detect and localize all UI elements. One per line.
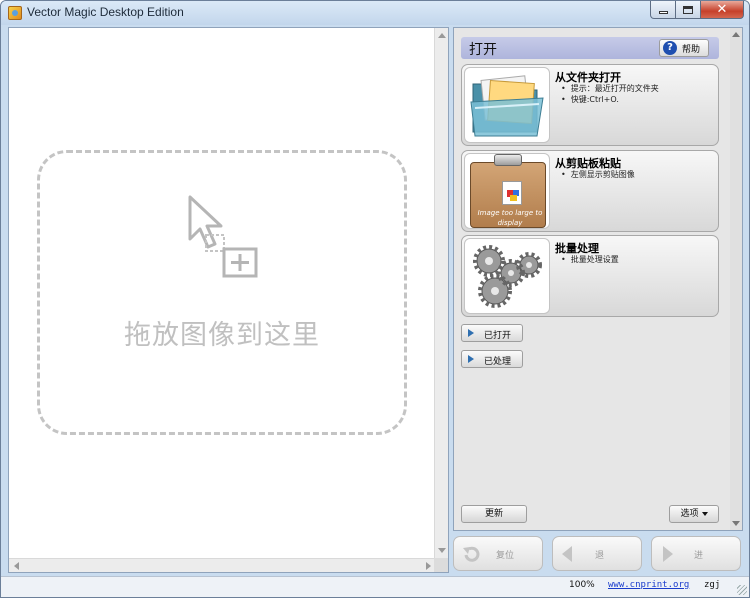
scroll-up-icon[interactable] xyxy=(732,32,740,37)
drop-cursor-icon xyxy=(188,195,258,278)
dropdown-arrow-icon xyxy=(701,511,708,516)
maximize-button[interactable] xyxy=(676,1,701,19)
card-bullets: 提示：最近打开的文件夹 快键:Ctrl+O. xyxy=(561,83,659,105)
maximize-icon xyxy=(683,5,693,14)
window-controls: ✕ xyxy=(650,1,744,19)
minimize-icon xyxy=(658,11,668,14)
panel-title: 打开 xyxy=(469,42,497,58)
user-label: zgj xyxy=(704,580,721,590)
gears-icon xyxy=(473,245,542,308)
batch-processing-card[interactable]: 批量处理 批量处理设置 xyxy=(461,235,719,317)
card-bullets: 批量处理设置 xyxy=(561,254,619,265)
drop-zone[interactable]: 拖放图像到这里 xyxy=(37,150,407,435)
resize-grip[interactable] xyxy=(737,585,747,595)
help-button[interactable]: ? 帮助 xyxy=(659,39,709,57)
scroll-right-icon[interactable] xyxy=(426,562,431,570)
scroll-down-icon[interactable] xyxy=(438,548,446,553)
card-thumbnail xyxy=(464,238,550,314)
scroll-corner xyxy=(434,558,448,572)
open-from-folder-card[interactable]: 从文件夹打开 提示：最近打开的文件夹 快键:Ctrl+O. xyxy=(461,64,719,146)
help-icon: ? xyxy=(663,41,677,55)
canvas-horizontal-scrollbar[interactable] xyxy=(9,558,436,572)
minimize-button[interactable] xyxy=(650,1,676,19)
card-bullets: 左侧显示剪贴图像 xyxy=(561,169,635,180)
canvas-vertical-scrollbar[interactable] xyxy=(434,28,448,558)
card-bullet: 批量处理设置 xyxy=(561,254,619,265)
card-bullet: 提示：最近打开的文件夹 xyxy=(561,83,659,94)
card-bullet: 左侧显示剪贴图像 xyxy=(561,169,635,180)
help-label: 帮助 xyxy=(682,44,701,55)
processed-expander[interactable]: 已处理 xyxy=(461,350,523,368)
image-canvas[interactable]: 拖放图像到这里 xyxy=(8,27,449,573)
status-bar: 100% www.cnprint.org zgj xyxy=(1,576,749,597)
scroll-down-icon[interactable] xyxy=(732,521,740,526)
website-link[interactable]: www.cnprint.org xyxy=(608,580,689,590)
expand-arrow-icon xyxy=(468,329,474,337)
reset-icon xyxy=(463,546,480,562)
forward-button[interactable]: 进 xyxy=(651,536,741,571)
forward-label: 进 xyxy=(694,551,704,561)
options-label: 选项 xyxy=(680,509,699,519)
scroll-left-icon[interactable] xyxy=(14,562,19,570)
panel-header: 打开 ? 帮助 xyxy=(461,37,719,59)
card-thumbnail: Image too large to display xyxy=(464,153,550,229)
clip-icon xyxy=(494,154,522,166)
drop-hint-text: 拖放图像到这里 xyxy=(124,320,320,351)
expander-label: 已处理 xyxy=(484,357,512,367)
scroll-up-icon[interactable] xyxy=(438,33,446,38)
folder-icon xyxy=(470,75,544,137)
window-title: Vector Magic Desktop Edition xyxy=(27,5,184,19)
panel-scrollbar[interactable] xyxy=(730,28,742,530)
app-window: Vector Magic Desktop Edition ✕ 拖放图像到这里 打… xyxy=(0,0,750,598)
card-bullet: 快键:Ctrl+O. xyxy=(561,94,659,105)
opened-expander[interactable]: 已打开 xyxy=(461,324,523,342)
close-icon: ✕ xyxy=(716,2,728,17)
back-button[interactable]: 退 xyxy=(552,536,642,571)
update-button[interactable]: 更新 xyxy=(461,505,527,523)
expander-label: 已打开 xyxy=(484,331,512,341)
reset-button[interactable]: 复位 xyxy=(453,536,543,571)
back-label: 退 xyxy=(595,551,605,561)
thumbnail-text: Image too large to display xyxy=(477,209,543,227)
title-bar[interactable]: Vector Magic Desktop Edition ✕ xyxy=(1,1,749,25)
close-button[interactable]: ✕ xyxy=(701,1,744,19)
options-button[interactable]: 选项 xyxy=(669,505,719,523)
card-thumbnail xyxy=(464,67,550,143)
forward-arrow-icon xyxy=(663,546,673,562)
update-label: 更新 xyxy=(484,509,503,519)
clipboard-icon: Image too large to display xyxy=(470,162,546,228)
paste-from-clipboard-card[interactable]: Image too large to display 从剪贴板粘贴 左侧显示剪贴… xyxy=(461,150,719,232)
app-icon[interactable] xyxy=(8,6,22,20)
document-icon xyxy=(502,181,522,205)
reset-label: 复位 xyxy=(496,551,515,561)
expand-arrow-icon xyxy=(468,355,474,363)
open-panel: 打开 ? 帮助 从文件夹打开 提示：最近打开的文件夹 快键:Ctrl+O. xyxy=(453,27,743,531)
back-arrow-icon xyxy=(562,546,572,562)
zoom-level: 100% xyxy=(569,580,595,590)
